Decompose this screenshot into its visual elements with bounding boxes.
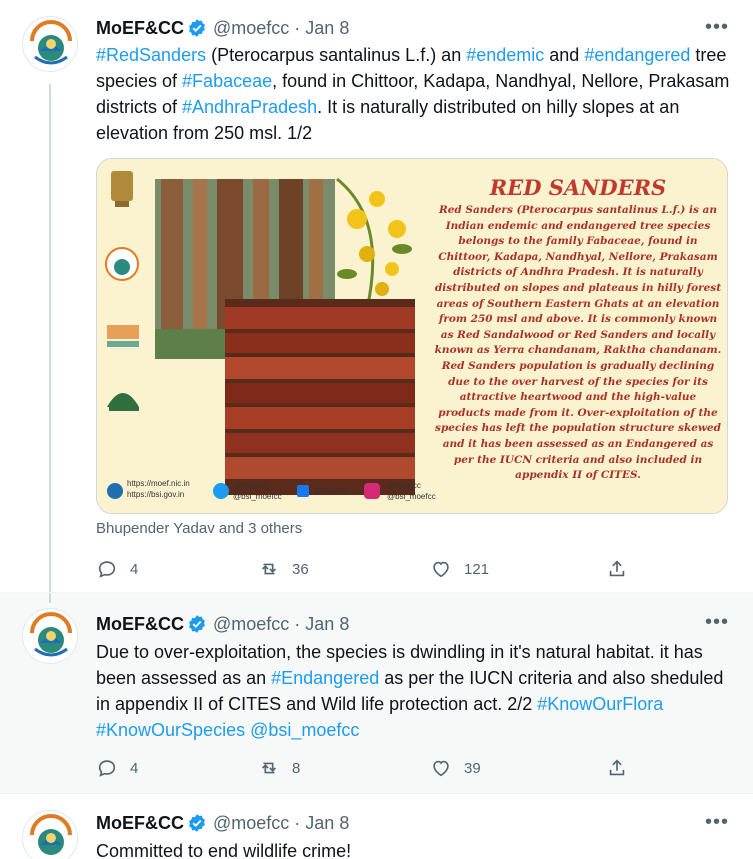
hashtag-link[interactable]: #KnowOurFlora: [537, 694, 663, 714]
tweet-media-image[interactable]: RED SANDERS Red Sanders (Pterocarpus san…: [96, 158, 728, 514]
liked-by[interactable]: Bhupender Yadav and 3 others: [96, 520, 302, 537]
moefcc-logo-icon: [105, 247, 139, 281]
display-name[interactable]: MoEF&CC: [96, 614, 184, 635]
more-options-icon[interactable]: •••: [705, 611, 729, 634]
hashtag-link[interactable]: #RedSanders: [96, 45, 206, 65]
thread-line: [49, 593, 51, 603]
more-options-icon[interactable]: •••: [705, 811, 729, 834]
like-button[interactable]: 39: [430, 757, 481, 779]
separator-dot: ·: [294, 812, 301, 833]
tweet[interactable]: MoEF&CC @moefcc · Jan 8 ••• #RedSanders …: [0, 0, 753, 592]
handle[interactable]: @moefcc: [213, 18, 289, 39]
moefcc-logo-icon: [24, 18, 77, 71]
tweet-actions: 4 36 121: [96, 557, 636, 581]
like-count: 39: [464, 759, 481, 777]
retweet-button[interactable]: 36: [258, 558, 309, 580]
verified-badge-icon: [189, 615, 205, 633]
display-name[interactable]: MoEF&CC: [96, 18, 184, 39]
retweet-icon: [261, 762, 277, 774]
poster-title: RED SANDERS: [489, 175, 667, 200]
tweet[interactable]: MoEF&CC @moefcc · Jan 8 ••• Committed to…: [0, 795, 753, 859]
globe-icon: [107, 483, 123, 499]
tweet-text: Committed to end wildlife crime!: [96, 838, 736, 859]
handle[interactable]: @moefcc: [213, 614, 289, 635]
like-count: 121: [464, 560, 490, 578]
like-button[interactable]: 121: [430, 558, 489, 580]
tweet-header: MoEF&CC @moefcc · Jan 8: [96, 811, 349, 835]
separator-dot: ·: [294, 17, 301, 38]
timestamp[interactable]: Jan 8: [305, 614, 349, 635]
share-button[interactable]: [606, 558, 628, 580]
tweet-text: Due to over-exploitation, the species is…: [96, 639, 736, 743]
thread-line: [49, 84, 51, 592]
tweet-text-segment: and: [544, 45, 585, 65]
reply-button[interactable]: 4: [96, 757, 138, 779]
separator-dot: ·: [294, 613, 301, 634]
avatar[interactable]: [22, 810, 78, 859]
tweet-header: MoEF&CC @moefcc · Jan 8: [96, 16, 349, 40]
verified-badge-icon: [189, 19, 205, 37]
share-icon: [609, 759, 625, 776]
hashtag-link[interactable]: #endemic: [466, 45, 544, 65]
moefcc-logo-icon: [24, 812, 77, 859]
mention-link[interactable]: @bsi_moefcc: [250, 720, 359, 740]
timestamp[interactable]: Jan 8: [305, 18, 349, 39]
twitter-icon: [213, 483, 229, 499]
verified-badge-icon: [189, 814, 205, 832]
poster-body: Red Sanders (Pterocarpus santalinus L.f.…: [434, 204, 722, 482]
poster-instagram-2: @bsi_moefcc: [387, 492, 436, 501]
share-button[interactable]: [606, 757, 628, 779]
retweet-icon: [261, 563, 277, 575]
reply-count: 4: [130, 560, 139, 578]
reply-icon: [98, 561, 116, 578]
hashtag-link[interactable]: #Fabaceae: [182, 71, 272, 91]
share-icon: [609, 560, 625, 577]
instagram-icon: [364, 483, 380, 499]
tweet-actions: 4 8 39: [96, 756, 636, 780]
poster-url-2: https://bsi.gov.in: [127, 490, 185, 499]
avatar[interactable]: [22, 16, 78, 72]
poster-instagram-1: @moefcc: [387, 481, 421, 490]
avatar[interactable]: [22, 608, 78, 664]
tweet-header: MoEF&CC @moefcc · Jan 8: [96, 612, 349, 636]
heart-icon: [433, 561, 449, 578]
display-name[interactable]: MoEF&CC: [96, 813, 184, 834]
red-sanders-heartwood-photo: [225, 299, 415, 495]
poster-twitter-1: @moefcc: [233, 481, 267, 490]
moefcc-logo-icon: [24, 610, 77, 663]
reply-count: 4: [130, 759, 139, 777]
reply-button[interactable]: 4: [96, 558, 138, 580]
more-options-icon[interactable]: •••: [705, 16, 729, 39]
hashtag-link[interactable]: #KnowOurSpecies: [96, 720, 245, 740]
azadi-ka-amrit-mahotsav-logo: [107, 325, 139, 347]
handle[interactable]: @moefcc: [213, 813, 289, 834]
tweet-text-segment: (Pterocarpus santalinus L.f.) an: [206, 45, 467, 65]
heart-icon: [433, 760, 449, 777]
hashtag-link[interactable]: #endangered: [584, 45, 690, 65]
poster-twitter-2: @bsi_moefcc: [233, 492, 282, 501]
tweet-text-segment: Committed to end wildlife crime!: [96, 841, 352, 859]
retweet-count: 8: [292, 759, 301, 777]
facebook-icon: [297, 485, 309, 497]
tweet-text: #RedSanders (Pterocarpus santalinus L.f.…: [96, 42, 736, 146]
reply-icon: [98, 760, 116, 777]
hashtag-link[interactable]: #Endangered: [271, 668, 379, 688]
timestamp[interactable]: Jan 8: [305, 813, 349, 834]
hashtag-link[interactable]: #AndhraPradesh: [182, 97, 317, 117]
retweet-count: 36: [292, 560, 309, 578]
poster-url-1: https://moef.nic.in: [127, 479, 190, 488]
poster-facebook: @moefcc: [313, 487, 347, 496]
tweet[interactable]: MoEF&CC @moefcc · Jan 8 ••• Due to over-…: [0, 592, 753, 794]
retweet-button[interactable]: 8: [258, 757, 300, 779]
